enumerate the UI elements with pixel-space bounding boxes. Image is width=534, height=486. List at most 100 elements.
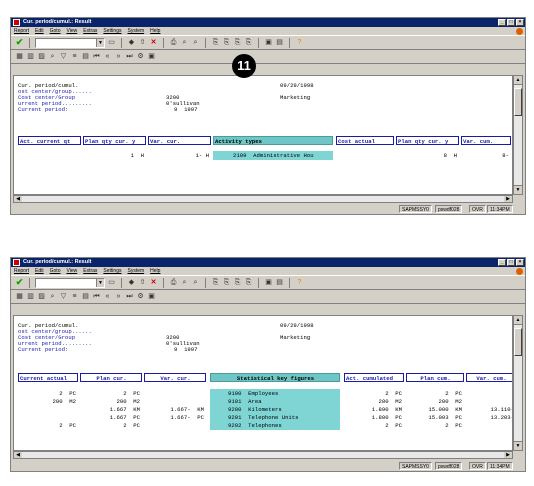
scroll-thumb[interactable] xyxy=(514,88,522,116)
scroll-thumb[interactable] xyxy=(514,328,522,356)
menu-settings[interactable]: Settings xyxy=(103,27,121,35)
chevron-down-icon[interactable]: ▼ xyxy=(96,38,104,47)
scroll-down-icon[interactable]: ▼ xyxy=(514,441,522,450)
shortcut-icon[interactable]: ▤ xyxy=(275,278,284,287)
col-plan-qty-cur[interactable]: Plan qty cur. y xyxy=(83,136,146,145)
scroll-up-icon[interactable]: ▲ xyxy=(514,76,522,85)
next-page-icon[interactable]: ⎘ xyxy=(233,38,242,47)
last-page-icon[interactable]: ⎘ xyxy=(244,38,253,47)
menu-extras[interactable]: Extras xyxy=(83,27,97,35)
filter-icon[interactable]: ▽ xyxy=(59,292,68,301)
first-icon[interactable]: ⏮ xyxy=(92,292,101,301)
vertical-scrollbar[interactable]: ▲ ▼ xyxy=(513,315,523,451)
print-icon[interactable]: ⎙ xyxy=(169,38,178,47)
sum-icon[interactable]: ▥ xyxy=(26,52,35,61)
menu-help[interactable]: Help xyxy=(150,27,160,35)
menu-help[interactable]: Help xyxy=(150,267,160,275)
first-page-icon[interactable]: ⎘ xyxy=(211,38,220,47)
search-icon[interactable]: ⌕ xyxy=(48,52,57,61)
menu-edit[interactable]: Edit xyxy=(35,267,44,275)
exit-icon[interactable]: ⇧ xyxy=(138,278,147,287)
col-act-current-qty[interactable]: Act. current qt xyxy=(18,136,81,145)
graphic-icon[interactable]: ▣ xyxy=(147,52,156,61)
copy-icon[interactable]: ▦ xyxy=(15,292,24,301)
menu-settings[interactable]: Settings xyxy=(103,267,121,275)
chevron-down-icon[interactable]: ▼ xyxy=(96,278,104,287)
last-icon[interactable]: ⏭ xyxy=(125,292,134,301)
maximize-icon[interactable]: □ xyxy=(507,19,515,26)
previous-page-icon[interactable]: ⎘ xyxy=(222,278,231,287)
col-current-actual[interactable]: Current actual xyxy=(18,373,78,382)
minimize-icon[interactable]: _ xyxy=(498,259,506,266)
prev-icon[interactable]: « xyxy=(103,52,112,61)
command-field[interactable]: ▼ xyxy=(35,277,105,288)
scroll-left-icon[interactable]: ◀ xyxy=(14,452,22,458)
back-icon[interactable]: ◆ xyxy=(127,278,136,287)
layout-icon[interactable]: ▨ xyxy=(37,52,46,61)
cancel-icon[interactable]: ✕ xyxy=(149,38,158,47)
command-field[interactable]: ▼ xyxy=(35,37,105,48)
find-next-icon[interactable]: ⌕ xyxy=(191,38,200,47)
previous-page-icon[interactable]: ⎘ xyxy=(222,38,231,47)
scroll-up-icon[interactable]: ▲ xyxy=(514,316,522,325)
enter-check-icon[interactable]: ✔ xyxy=(15,278,24,287)
layout-icon[interactable]: ▨ xyxy=(37,292,46,301)
next-icon[interactable]: » xyxy=(114,292,123,301)
col-plan-qty-cur-2[interactable]: Plan qty cur. y xyxy=(396,136,459,145)
menu-report[interactable]: Report xyxy=(14,267,29,275)
col-plan-cur[interactable]: Plan cur. xyxy=(80,373,142,382)
cell-activity-type[interactable]: 2109 Administrative Hou xyxy=(213,151,333,160)
vertical-scrollbar[interactable]: ▲ ▼ xyxy=(513,75,523,195)
scroll-right-icon[interactable]: ▶ xyxy=(504,452,512,458)
col-cost-actual[interactable]: Cost actual xyxy=(336,136,394,145)
print-icon[interactable]: ⎙ xyxy=(169,278,178,287)
shortcut-icon[interactable]: ▤ xyxy=(275,38,284,47)
horizontal-scrollbar[interactable]: ◀ ▶ xyxy=(13,451,513,459)
enter-check-icon[interactable]: ✔ xyxy=(15,38,24,47)
col-statistical-key-figures[interactable]: Statistical key figures xyxy=(210,373,340,382)
save-icon[interactable]: ▭ xyxy=(107,38,116,47)
minimize-icon[interactable]: _ xyxy=(498,19,506,26)
table-row[interactable]: 1 H 1- H 2109 Administrative Hou 8 H 8- xyxy=(18,151,512,160)
menu-view[interactable]: View xyxy=(66,267,77,275)
sum-icon[interactable]: ▥ xyxy=(26,292,35,301)
col-plan-cum[interactable]: Plan cum. xyxy=(406,373,464,382)
help-icon[interactable]: ? xyxy=(295,38,304,47)
export-icon[interactable]: ▤ xyxy=(81,52,90,61)
col-var-cur[interactable]: Var. cur. xyxy=(144,373,206,382)
table-row[interactable]: 2 PC 2 PC 9202 Telephones 2 PC 2 PC xyxy=(18,421,512,430)
sort-icon[interactable]: ≡ xyxy=(70,52,79,61)
menu-system[interactable]: System xyxy=(127,267,144,275)
menu-edit[interactable]: Edit xyxy=(35,27,44,35)
next-page-icon[interactable]: ⎘ xyxy=(233,278,242,287)
create-session-icon[interactable]: ▣ xyxy=(264,38,273,47)
first-icon[interactable]: ⏮ xyxy=(92,52,101,61)
col-activity-types[interactable]: Activity types xyxy=(213,136,333,145)
sort-icon[interactable]: ≡ xyxy=(70,292,79,301)
export-icon[interactable]: ▤ xyxy=(81,292,90,301)
next-icon[interactable]: » xyxy=(114,52,123,61)
horizontal-scrollbar[interactable]: ◀ ▶ xyxy=(13,195,513,203)
settings-icon[interactable]: ⚙ xyxy=(136,292,145,301)
close-icon[interactable]: × xyxy=(516,19,524,26)
prev-icon[interactable]: « xyxy=(103,292,112,301)
menu-report[interactable]: Report xyxy=(14,27,29,35)
col-var-cum[interactable]: Var. cum. xyxy=(461,136,511,145)
menu-system[interactable]: System xyxy=(127,27,144,35)
last-page-icon[interactable]: ⎘ xyxy=(244,278,253,287)
search-icon[interactable]: ⌕ xyxy=(48,292,57,301)
find-icon[interactable]: ⌕ xyxy=(180,278,189,287)
menu-view[interactable]: View xyxy=(66,27,77,35)
scroll-left-icon[interactable]: ◀ xyxy=(14,196,22,202)
menu-extras[interactable]: Extras xyxy=(83,267,97,275)
first-page-icon[interactable]: ⎘ xyxy=(211,278,220,287)
cancel-icon[interactable]: ✕ xyxy=(149,278,158,287)
find-icon[interactable]: ⌕ xyxy=(180,38,189,47)
copy-icon[interactable]: ▦ xyxy=(15,52,24,61)
find-next-icon[interactable]: ⌕ xyxy=(191,278,200,287)
create-session-icon[interactable]: ▣ xyxy=(264,278,273,287)
last-icon[interactable]: ⏭ xyxy=(125,52,134,61)
scroll-right-icon[interactable]: ▶ xyxy=(504,196,512,202)
filter-icon[interactable]: ▽ xyxy=(59,52,68,61)
back-icon[interactable]: ◆ xyxy=(127,38,136,47)
